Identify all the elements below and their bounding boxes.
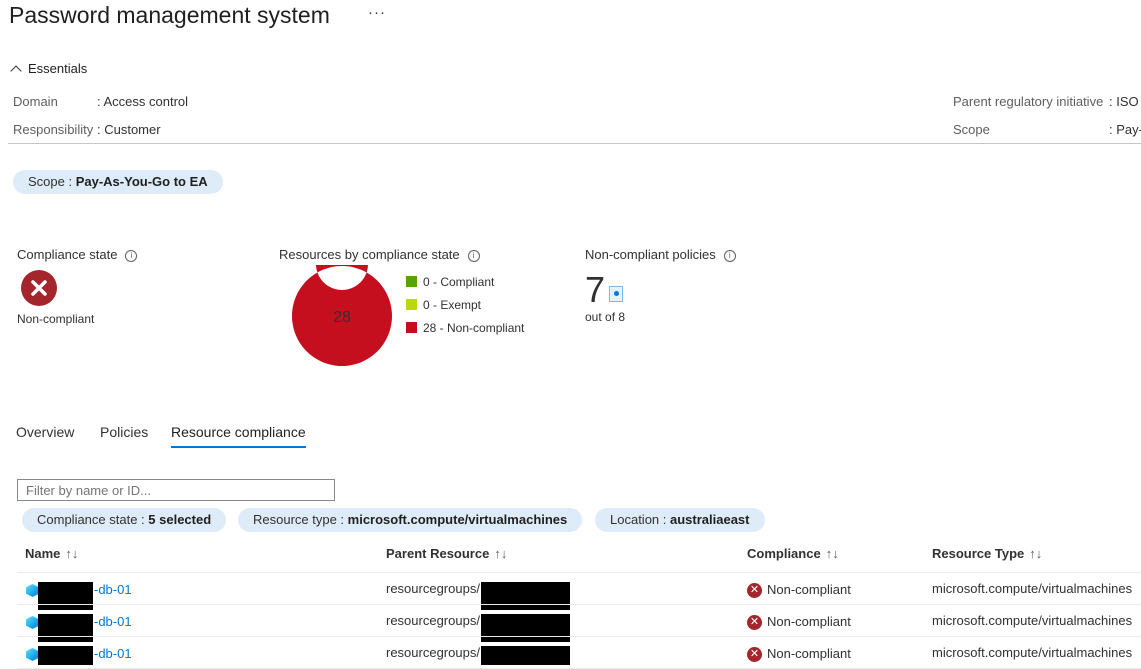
filter-pill-resource-type[interactable]: Resource type : microsoft.compute/virtua… — [238, 508, 583, 532]
responsibility-value: : Customer — [97, 122, 161, 137]
column-header-label: Name — [25, 546, 61, 561]
legend-swatch — [406, 322, 417, 333]
column-header-label: Compliance — [747, 546, 821, 561]
filter-input[interactable] — [17, 479, 335, 501]
header-divider — [17, 572, 1141, 573]
tab-policies[interactable]: Policies — [100, 424, 148, 440]
column-header-parent-resource[interactable]: Parent Resource ↑↓ — [386, 546, 507, 561]
domain-label: Domain — [13, 94, 58, 109]
parent-initiative-label: Parent regulatory initiative — [953, 94, 1104, 109]
compliance-value: Non-compliant — [767, 614, 851, 629]
info-icon[interactable]: i — [723, 249, 736, 262]
error-circle-icon: ✕ — [747, 647, 762, 663]
filter-pill-compliance-state[interactable]: Compliance state : 5 selected — [22, 508, 227, 532]
parent-resource: resourcegroups/ — [386, 581, 480, 596]
scope-value: : Pay- — [1109, 122, 1141, 137]
redacted-block — [481, 646, 570, 665]
info-icon[interactable]: i — [467, 249, 480, 262]
scope-pill-value: Pay-As-You-Go to EA — [75, 174, 208, 189]
resource-name-link[interactable]: -db-01 — [94, 614, 132, 629]
noncompliant-policies-sub: out of 8 — [585, 310, 626, 324]
compliance-value: Non-compliant — [767, 646, 851, 661]
parent-initiative-value: : ISO — [1109, 94, 1139, 109]
filter-pill-label: Resource type : — [253, 512, 348, 527]
sort-icon[interactable]: ↑↓ — [1029, 546, 1042, 561]
compliance-state-title: Compliance state i — [17, 247, 138, 262]
scope-pill[interactable]: Scope : Pay-As-You-Go to EA — [13, 170, 223, 194]
compliance-state-value: Non-compliant — [17, 312, 95, 326]
compliance-cell: ✕ Non-compliant — [747, 614, 851, 631]
resource-type: microsoft.compute/virtualmachines — [932, 645, 1133, 660]
column-header-compliance[interactable]: Compliance ↑↓ — [747, 546, 839, 561]
error-circle-icon — [21, 270, 57, 306]
resource-name-link[interactable]: -db-01 — [94, 582, 132, 597]
resource-name-link[interactable]: -db-01 — [94, 646, 132, 661]
legend-item[interactable]: 0 - Exempt — [406, 293, 524, 316]
scope-pill-label: Scope : — [28, 174, 76, 189]
redacted-block — [38, 646, 93, 665]
sort-icon[interactable]: ↑↓ — [65, 546, 78, 561]
sort-icon[interactable]: ↑↓ — [494, 546, 507, 561]
resource-type: microsoft.compute/virtualmachines — [932, 613, 1133, 628]
info-icon[interactable]: i — [125, 249, 138, 262]
essentials-label: Essentials — [28, 61, 88, 76]
sort-icon[interactable]: ↑↓ — [826, 546, 839, 561]
legend-label: 28 - Non-compliant — [423, 320, 525, 335]
column-header-label: Parent Resource — [386, 546, 490, 561]
filter-pill-label: Location : — [610, 512, 670, 527]
error-circle-icon: ✕ — [747, 583, 762, 599]
essentials-divider — [8, 143, 1141, 144]
error-circle-icon: ✕ — [747, 615, 762, 631]
noncompliant-policies-count[interactable]: 7 — [585, 268, 605, 312]
scope-label: Scope — [953, 122, 990, 137]
essentials-toggle[interactable]: Essentials — [10, 61, 88, 77]
row-divider — [17, 604, 1141, 605]
responsibility-label: Responsibility — [13, 122, 94, 137]
compliance-cell: ✕ Non-compliant — [747, 646, 851, 663]
redacted-block — [38, 582, 93, 610]
legend-item[interactable]: 28 - Non-compliant — [406, 316, 524, 339]
more-options-button[interactable]: ··· — [368, 4, 386, 21]
filter-pill-value: 5 selected — [148, 512, 212, 527]
noncompliant-policies-title-text: Non-compliant policies — [585, 247, 716, 262]
legend-item[interactable]: 0 - Compliant — [406, 270, 524, 293]
tab-overview[interactable]: Overview — [16, 424, 74, 440]
resource-type: microsoft.compute/virtualmachines — [932, 581, 1133, 596]
domain-value: : Access control — [97, 94, 189, 109]
column-header-label: Resource Type — [932, 546, 1025, 561]
resources-by-state-title: Resources by compliance state i — [279, 247, 480, 262]
column-header-name[interactable]: Name ↑↓ — [25, 546, 78, 561]
legend-swatch — [406, 299, 417, 310]
legend-label: 0 - Compliant — [423, 274, 495, 289]
donut-center-label: 28 — [333, 309, 351, 326]
row-divider — [17, 636, 1141, 637]
compliance-donut-chart[interactable]: 28 — [291, 265, 393, 367]
parent-resource: resourcegroups/ — [386, 645, 480, 660]
parent-resource: resourcegroups/ — [386, 613, 480, 628]
redacted-block — [481, 582, 570, 610]
filter-pill-value: microsoft.compute/virtualmachines — [347, 512, 568, 527]
resources-by-state-title-text: Resources by compliance state — [279, 247, 460, 262]
legend-swatch — [406, 276, 417, 287]
column-header-resource-type[interactable]: Resource Type ↑↓ — [932, 546, 1042, 561]
tab-resource-compliance[interactable]: Resource compliance — [171, 424, 306, 448]
filter-pill-value: australiaeast — [670, 512, 750, 527]
chevron-up-icon — [10, 65, 22, 77]
filter-pill-label: Compliance state : — [37, 512, 149, 527]
noncompliant-policies-title: Non-compliant policies i — [585, 247, 736, 262]
policy-document-icon — [609, 286, 623, 302]
compliance-state-title-text: Compliance state — [17, 247, 118, 262]
donut-legend: 0 - Compliant 0 - Exempt 28 - Non-complian… — [406, 270, 524, 339]
compliance-value: Non-compliant — [767, 582, 851, 597]
filter-pill-location[interactable]: Location : australiaeast — [595, 508, 765, 532]
redacted-block — [38, 614, 93, 642]
redacted-block — [481, 614, 570, 642]
legend-label: 0 - Exempt — [423, 297, 482, 312]
compliance-cell: ✕ Non-compliant — [747, 582, 851, 599]
page-title: Password management system — [9, 2, 330, 28]
